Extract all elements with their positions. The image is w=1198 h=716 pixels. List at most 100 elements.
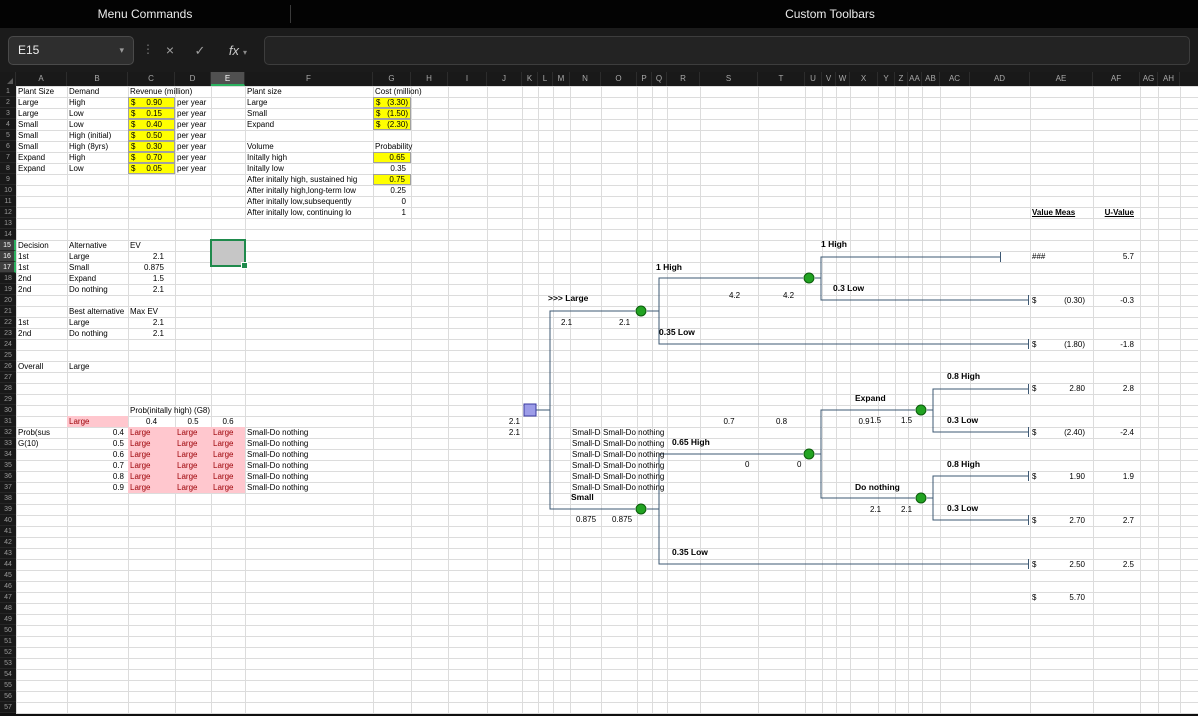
cell-B1[interactable]: Demand — [67, 86, 128, 97]
row-header-15[interactable]: 15 — [0, 240, 16, 251]
cell-B35[interactable]: 0.7 — [67, 460, 128, 471]
cell-A23[interactable]: 2nd — [16, 328, 67, 339]
cell-AF12[interactable]: U-Value — [1093, 207, 1140, 218]
cell-E32[interactable]: Large — [211, 427, 245, 438]
cell-B37[interactable]: 0.9 — [67, 482, 128, 493]
row-header-13[interactable]: 13 — [0, 218, 16, 229]
row-header-28[interactable]: 28 — [0, 383, 16, 394]
cell-C31[interactable]: 0.4 — [128, 416, 175, 427]
cell-N32[interactable]: Small-Do nothing — [570, 427, 601, 438]
row-header-37[interactable]: 37 — [0, 482, 16, 493]
cell-F3[interactable]: Small — [245, 108, 373, 119]
cell-AF24[interactable]: -1.8 — [1093, 339, 1140, 350]
cell-AF16[interactable]: 5.7 — [1093, 251, 1140, 262]
cell-A2[interactable]: Large — [16, 97, 67, 108]
cell-E34[interactable]: Large — [211, 449, 245, 460]
cell-D7[interactable]: per year — [175, 152, 211, 163]
cell-B21[interactable]: Best alternative — [67, 306, 128, 317]
cell-AF32[interactable]: -2.4 — [1093, 427, 1140, 438]
cell-F36[interactable]: Small-Do nothing — [245, 471, 373, 482]
cell-F35[interactable]: Small-Do nothing — [245, 460, 373, 471]
cell-F8[interactable]: Initally low — [245, 163, 373, 174]
cell-B31[interactable]: Large — [67, 416, 128, 427]
row-header-54[interactable]: 54 — [0, 669, 16, 680]
cell-A32[interactable]: Prob(sus — [16, 427, 67, 438]
cell-B22[interactable]: Large — [67, 317, 128, 328]
cell-C36[interactable]: Large — [128, 471, 175, 482]
column-header-P[interactable]: P — [637, 72, 652, 86]
row-header-23[interactable]: 23 — [0, 328, 16, 339]
cell-A17[interactable]: 1st — [16, 262, 67, 273]
cell-G2[interactable]: $(3.30) — [373, 97, 411, 108]
cell-C19[interactable]: 2.1 — [128, 284, 175, 295]
row-header-48[interactable]: 48 — [0, 603, 16, 614]
column-header-R[interactable]: R — [667, 72, 700, 86]
row-header-4[interactable]: 4 — [0, 119, 16, 130]
row-header-10[interactable]: 10 — [0, 185, 16, 196]
cell-F2[interactable]: Large — [245, 97, 373, 108]
cell-E31[interactable]: 0.6 — [211, 416, 245, 427]
cell-B26[interactable]: Large — [67, 361, 128, 372]
cell-A22[interactable]: 1st — [16, 317, 67, 328]
row-header-3[interactable]: 3 — [0, 108, 16, 119]
column-header-H[interactable]: H — [411, 72, 448, 86]
column-header-V[interactable]: V — [822, 72, 836, 86]
column-header-B[interactable]: B — [67, 72, 128, 86]
row-header-17[interactable]: 17 — [0, 262, 16, 273]
cell-O35[interactable]: Small-Do nothing — [601, 460, 637, 471]
cell-C37[interactable]: Large — [128, 482, 175, 493]
cell-S31[interactable]: 0.7 — [700, 416, 758, 427]
cell-AF40[interactable]: 2.7 — [1093, 515, 1140, 526]
cell-O33[interactable]: Small-Do nothing — [601, 438, 637, 449]
row-header-53[interactable]: 53 — [0, 658, 16, 669]
row-header-41[interactable]: 41 — [0, 526, 16, 537]
cell-G6[interactable]: Probability — [373, 141, 411, 152]
column-header-E[interactable]: E — [211, 72, 245, 86]
cell-D37[interactable]: Large — [175, 482, 211, 493]
row-header-39[interactable]: 39 — [0, 504, 16, 515]
cell-B6[interactable]: High (8yrs) — [67, 141, 128, 152]
column-header-I[interactable]: I — [448, 72, 487, 86]
cell-A16[interactable]: 1st — [16, 251, 67, 262]
cell-E35[interactable]: Large — [211, 460, 245, 471]
cell-G9[interactable]: 0.75 — [373, 174, 411, 185]
row-header-14[interactable]: 14 — [0, 229, 16, 240]
cell-C6[interactable]: $0.30 — [128, 141, 175, 152]
cell-B34[interactable]: 0.6 — [67, 449, 128, 460]
row-header-22[interactable]: 22 — [0, 317, 16, 328]
cell-E33[interactable]: Large — [211, 438, 245, 449]
cell-D6[interactable]: per year — [175, 141, 211, 152]
cell-A4[interactable]: Small — [16, 119, 67, 130]
cell-T31[interactable]: 0.8 — [758, 416, 805, 427]
row-header-5[interactable]: 5 — [0, 130, 16, 141]
formula-input[interactable] — [264, 36, 1190, 65]
cell-G4[interactable]: $(2.30) — [373, 119, 411, 130]
cell-D3[interactable]: per year — [175, 108, 211, 119]
cell-B18[interactable]: Expand — [67, 273, 128, 284]
cell-J31[interactable]: 2.1 — [487, 416, 522, 427]
cell-O37[interactable]: Small-Do nothing — [601, 482, 637, 493]
cell-O32[interactable]: Small-Do nothing — [601, 427, 637, 438]
cell-C30[interactable]: Prob(initally high) (G8) — [128, 405, 175, 416]
column-header-C[interactable]: C — [128, 72, 175, 86]
cell-G3[interactable]: $(1.50) — [373, 108, 411, 119]
cell-C1[interactable]: Revenue (million) — [128, 86, 175, 97]
cell-AE28[interactable]: $2.80 — [1030, 383, 1093, 394]
row-header-46[interactable]: 46 — [0, 581, 16, 592]
cell-F12[interactable]: After initally low, continuing lo — [245, 207, 373, 218]
cell-G11[interactable]: 0 — [373, 196, 411, 207]
row-header-9[interactable]: 9 — [0, 174, 16, 185]
row-header-49[interactable]: 49 — [0, 614, 16, 625]
column-header-F[interactable]: F — [245, 72, 373, 86]
row-header-1[interactable]: 1 — [0, 86, 16, 97]
cell-E37[interactable]: Large — [211, 482, 245, 493]
cell-A26[interactable]: Overall — [16, 361, 67, 372]
cell-B2[interactable]: High — [67, 97, 128, 108]
row-header-8[interactable]: 8 — [0, 163, 16, 174]
cell-A6[interactable]: Small — [16, 141, 67, 152]
column-header-AF[interactable]: AF — [1093, 72, 1140, 86]
cell-C32[interactable]: Large — [128, 427, 175, 438]
column-header-Y[interactable]: Y — [878, 72, 895, 86]
cell-C4[interactable]: $0.40 — [128, 119, 175, 130]
cell-B3[interactable]: Low — [67, 108, 128, 119]
